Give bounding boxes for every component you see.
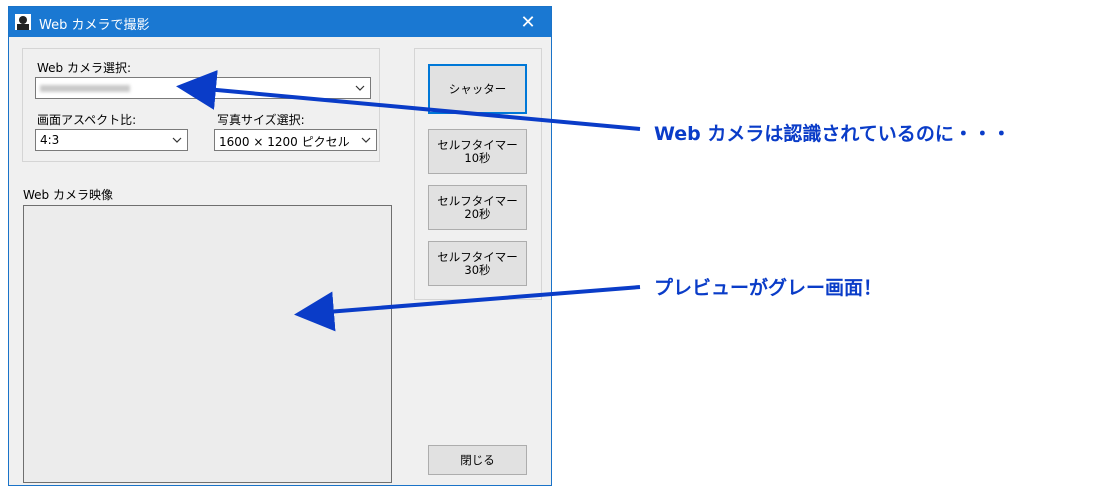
camera-annotation: Web カメラは認識されているのに・・・ <box>654 123 1011 145</box>
preview-annotation: プレビューがグレー画面！ <box>654 277 883 299</box>
arrow-to-camera-select <box>176 70 641 131</box>
annotation-arrows <box>176 70 641 332</box>
arrow-to-preview <box>294 285 641 332</box>
